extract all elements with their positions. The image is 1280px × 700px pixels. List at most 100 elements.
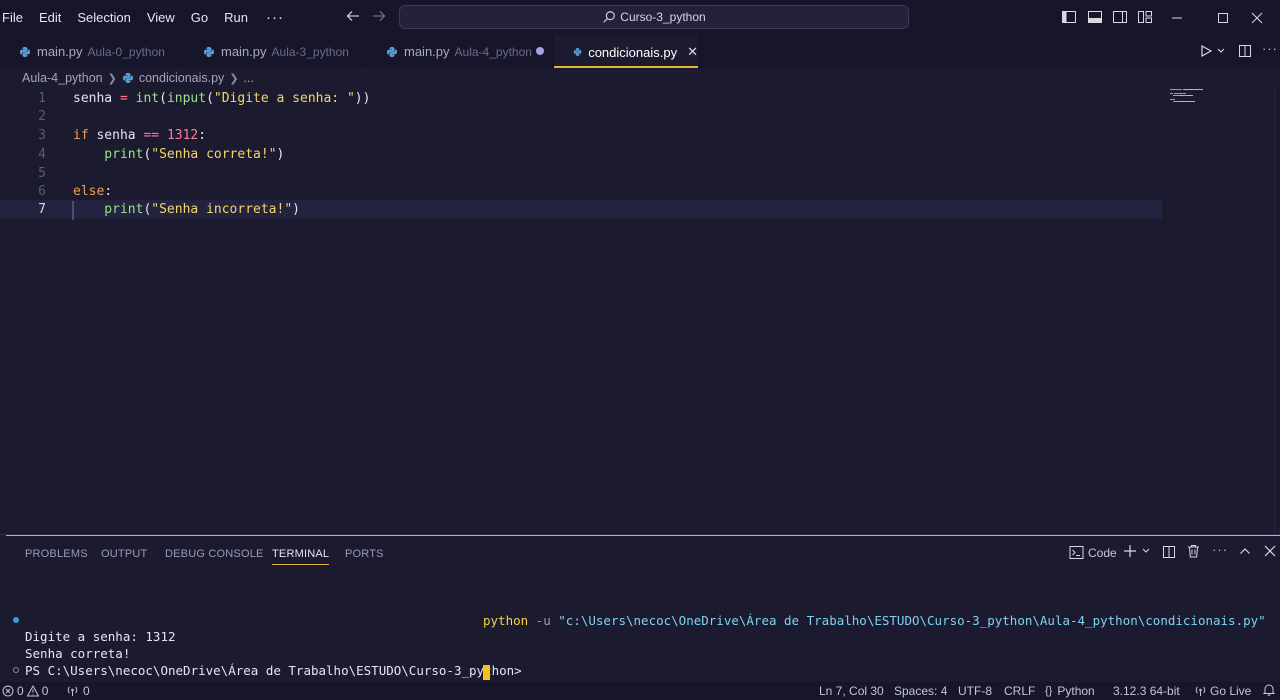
breadcrumb-more[interactable]: ...	[244, 71, 254, 85]
python-file-icon	[204, 46, 214, 57]
terminal-line: Senha correta!	[25, 646, 131, 661]
more-actions-icon[interactable]: ···	[1262, 41, 1278, 56]
chevron-right-icon: ❯	[107, 72, 117, 85]
code-line: 5	[0, 164, 1162, 183]
terminal-cursor	[483, 665, 490, 680]
command-pending-dot-icon	[13, 667, 19, 673]
code-line: 2	[0, 107, 1162, 126]
toggle-panel-icon[interactable]	[1087, 9, 1103, 25]
arrow-left-icon[interactable]	[344, 8, 362, 26]
python-interpreter[interactable]: 3.12.3 64-bit	[1113, 683, 1180, 699]
ports-status[interactable]: 0	[66, 683, 90, 699]
python-file-icon	[573, 48, 582, 56]
broadcast-icon	[1195, 686, 1206, 696]
menu-edit[interactable]: Edit	[31, 0, 69, 35]
tab-main-aula3[interactable]: main.py Aula-3_python	[184, 35, 367, 68]
cursor-position[interactable]: Ln 7, Col 30	[819, 683, 884, 699]
chevron-down-icon[interactable]	[1216, 44, 1226, 61]
code-line: 1 senha = int(input("Digite a senha: "))	[0, 89, 1162, 108]
line-number: 3	[38, 128, 46, 143]
status-bar: 0 0 0 Ln 7, Col 30 Spaces: 4 UTF-8 CRLF …	[0, 682, 1280, 700]
go-live-button[interactable]: Go Live	[1194, 683, 1251, 699]
code-line: 6 else:	[0, 182, 1162, 201]
line-number: 6	[38, 184, 46, 199]
tab-condicionais[interactable]: condicionais.py ✕	[554, 35, 699, 68]
tab-main-aula4[interactable]: main.py Aula-4_python	[367, 35, 554, 68]
run-icon[interactable]	[1199, 44, 1213, 61]
code-text: print("Senha incorreta!")	[73, 202, 300, 217]
bottom-panel: PROBLEMS OUTPUT DEBUG CONSOLE TERMINAL P…	[0, 534, 1280, 682]
eol-status[interactable]: CRLF	[1004, 683, 1035, 699]
arrow-right-icon[interactable]	[370, 8, 388, 26]
menu-run[interactable]: Run	[216, 0, 256, 35]
code-editor[interactable]: 1 senha = int(input("Digite a senha: "))…	[0, 88, 1280, 534]
terminal-prompt: PS C:\Users\necoc\OneDrive\Área de Traba…	[25, 663, 530, 678]
tab-filename: condicionais.py	[588, 44, 678, 60]
language-label: Python	[1057, 684, 1095, 698]
tab-ports[interactable]: PORTS	[345, 548, 384, 560]
python-file-icon	[20, 46, 30, 57]
line-number: 1	[38, 91, 46, 106]
code-text: print("Senha correta!")	[73, 147, 285, 162]
more-actions-icon[interactable]: ···	[1212, 542, 1228, 557]
menu-file[interactable]: File	[0, 0, 31, 35]
line-number: 5	[38, 166, 46, 181]
search-icon	[603, 11, 616, 23]
more-menu-button[interactable]: ···	[256, 9, 294, 26]
tab-terminal[interactable]: TERMINAL	[272, 548, 330, 565]
tab-folder: Aula-0_python	[87, 44, 165, 59]
terminal-profile-label: Code	[1088, 545, 1117, 560]
breadcrumb-folder[interactable]: Aula-4_python	[22, 71, 103, 85]
warning-icon	[26, 685, 39, 697]
editor-tab-bar: main.py Aula-0_python main.py Aula-3_pyt…	[0, 35, 1280, 68]
close-panel-icon[interactable]	[1263, 544, 1277, 561]
toggle-secondary-sidebar-icon[interactable]	[1112, 9, 1128, 25]
command-center-search[interactable]: Curso-3_python	[399, 5, 909, 29]
chevron-right-icon: ❯	[229, 72, 239, 85]
minimize-window-button[interactable]	[1154, 0, 1200, 35]
go-live-label: Go Live	[1210, 684, 1252, 698]
vertical-scrollbar[interactable]	[1274, 88, 1280, 534]
tab-problems[interactable]: PROBLEMS	[25, 548, 88, 560]
tab-output[interactable]: OUTPUT	[101, 548, 147, 560]
encoding-status[interactable]: UTF-8	[958, 683, 992, 699]
error-count: 0	[17, 684, 24, 698]
unsaved-dot-icon[interactable]	[536, 47, 544, 55]
code-line: 3 if senha == 1312:	[0, 126, 1162, 145]
tab-filename: main.py	[404, 44, 450, 59]
tab-main-aula0[interactable]: main.py Aula-0_python	[0, 35, 184, 68]
menu-go[interactable]: Go	[183, 0, 216, 35]
search-box-text: Curso-3_python	[620, 10, 706, 24]
breadcrumb: Aula-4_python ❯ condicionais.py ❯ ...	[22, 68, 254, 88]
chevron-down-icon[interactable]	[1141, 544, 1151, 561]
minimap[interactable]	[1168, 88, 1228, 108]
terminal-profile-button[interactable]: Code	[1069, 545, 1117, 560]
maximize-panel-icon[interactable]	[1238, 544, 1252, 561]
problems-status[interactable]: 0 0	[2, 683, 48, 699]
split-terminal-icon[interactable]	[1162, 545, 1176, 562]
trash-icon[interactable]	[1187, 544, 1200, 561]
command-success-dot-icon	[13, 617, 19, 623]
menu-selection[interactable]: Selection	[69, 0, 138, 35]
customize-layout-icon[interactable]	[1137, 9, 1153, 25]
language-mode[interactable]: {} Python	[1045, 683, 1095, 699]
line-number: 7	[38, 202, 46, 217]
plus-icon[interactable]	[1123, 544, 1137, 561]
title-bar: File Edit Selection View Go Run ··· Curs…	[0, 0, 1280, 35]
python-file-icon	[122, 73, 133, 83]
close-window-button[interactable]	[1234, 0, 1280, 35]
indentation-status[interactable]: Spaces: 4	[894, 683, 947, 699]
toggle-primary-sidebar-icon[interactable]	[1061, 9, 1077, 25]
ports-count: 0	[83, 684, 90, 698]
menu-view[interactable]: View	[139, 0, 183, 35]
error-icon	[2, 685, 14, 697]
code-text: senha = int(input("Digite a senha: "))	[73, 91, 371, 106]
bell-icon[interactable]	[1262, 683, 1276, 700]
tab-debug-console[interactable]: DEBUG CONSOLE	[165, 548, 264, 560]
breadcrumb-file[interactable]: condicionais.py	[139, 71, 224, 85]
split-editor-icon[interactable]	[1238, 44, 1252, 61]
panel-divider[interactable]	[6, 535, 1280, 536]
indent-guide	[72, 201, 74, 220]
line-number: 4	[38, 147, 46, 162]
close-icon[interactable]: ✕	[687, 44, 698, 60]
